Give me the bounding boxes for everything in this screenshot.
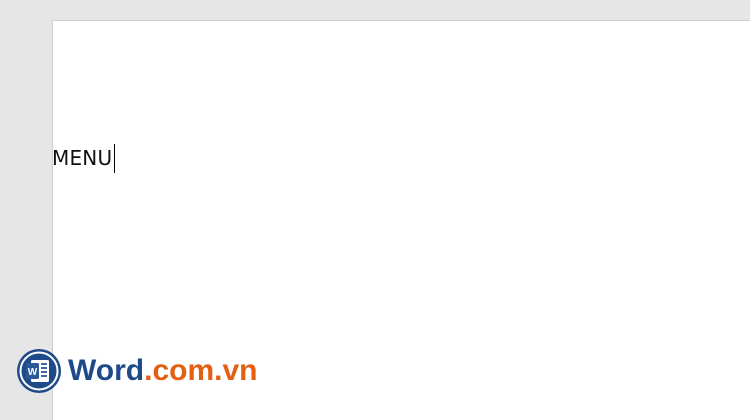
text-cursor: [114, 143, 116, 173]
document-text-line[interactable]: MENU: [52, 143, 116, 173]
document-text: MENU: [52, 146, 113, 170]
word-logo-icon: W: [17, 349, 61, 393]
brand-name: Word .com.vn: [68, 356, 257, 386]
word-logo-letter: W: [28, 367, 38, 378]
brand-domain: .com.vn: [144, 354, 258, 387]
word-workspace: MENU W Word .com.vn: [0, 0, 750, 420]
brand-word: Word: [68, 354, 145, 387]
watermark-logo: W Word .com.vn: [16, 348, 257, 394]
